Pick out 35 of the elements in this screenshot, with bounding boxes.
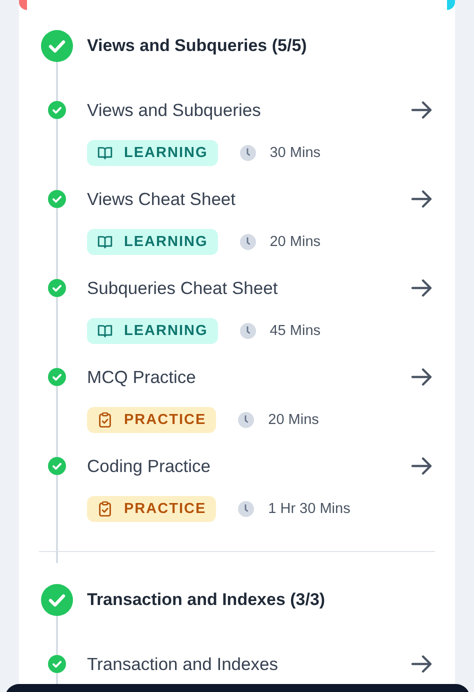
lesson-title[interactable]: Views Cheat Sheet: [87, 188, 411, 210]
arrow-right-icon[interactable]: [411, 101, 433, 119]
accent-corner: [447, 0, 455, 10]
clock-icon: [240, 234, 256, 250]
clock-icon: [238, 412, 254, 428]
book-icon: [97, 145, 113, 161]
category-tag: LEARNING: [87, 140, 218, 166]
duration-text: 20 Mins: [268, 412, 319, 428]
clock-icon: [238, 501, 254, 517]
category-tag: PRACTICE: [87, 407, 216, 433]
lesson-title[interactable]: Coding Practice: [87, 456, 411, 476]
category-tag: LEARNING: [87, 318, 218, 344]
arrow-right-icon[interactable]: [411, 655, 433, 673]
section-title: Views and Subqueries (5/5): [87, 36, 307, 56]
category-tag: PRACTICE: [87, 496, 216, 522]
book-icon: [97, 323, 113, 339]
clipboard-check-icon: [97, 501, 113, 517]
arrow-right-icon[interactable]: [411, 279, 433, 297]
book-icon: [97, 234, 113, 250]
arrow-right-icon[interactable]: [411, 457, 433, 475]
clock-icon: [240, 323, 256, 339]
clipboard-check-icon: [97, 412, 113, 428]
arrow-right-icon[interactable]: [411, 190, 433, 208]
arrow-right-icon[interactable]: [411, 368, 433, 386]
duration-text: 30 Mins: [270, 145, 321, 161]
section-title: Transaction and Indexes (3/3): [87, 590, 326, 610]
duration-text: 45 Mins: [270, 323, 321, 339]
lesson-title[interactable]: Views and Subqueries: [87, 100, 411, 120]
lesson-title[interactable]: MCQ Practice: [87, 366, 411, 388]
category-tag: LEARNING: [87, 229, 218, 255]
lesson-title[interactable]: Subqueries Cheat Sheet: [87, 278, 411, 298]
duration-text: 20 Mins: [270, 234, 321, 250]
duration-text: 1 Hr 30 Mins: [268, 501, 350, 517]
lesson-title[interactable]: Transaction and Indexes: [87, 654, 411, 674]
clock-icon: [240, 145, 256, 161]
